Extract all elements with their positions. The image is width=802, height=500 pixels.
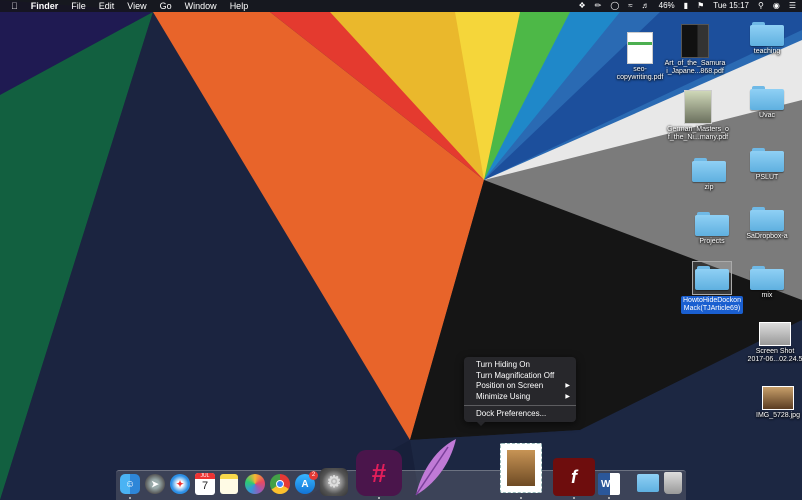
chrome-icon[interactable] (270, 474, 290, 494)
desktop-folder-pslut[interactable]: PSLUT (727, 148, 802, 182)
menu-separator (464, 405, 576, 406)
submenu-arrow-icon: ▶ (565, 383, 570, 389)
desktop-folder-teaching[interactable]: teaching (727, 22, 802, 56)
desktop-folder-sadropbox[interactable]: SaDropbox-a (727, 207, 802, 241)
menu-item-turn-hiding-on[interactable]: Turn Hiding On (464, 360, 576, 371)
folder-icon (692, 158, 726, 182)
app-store-icon[interactable]: A 2 (295, 471, 318, 494)
running-indicator (608, 497, 610, 499)
desktop-item-label: teaching (753, 48, 781, 55)
notification-center-icon[interactable]: ☰ (789, 0, 796, 12)
battery-percent[interactable]: 46% (659, 0, 675, 12)
desktop-folder-mix[interactable]: mix (727, 266, 802, 300)
menu-bar:  Finder File Edit View Go Window Help ❖… (0, 0, 802, 12)
view-menu[interactable]: View (127, 0, 146, 12)
menu-item-minimize-using[interactable]: Minimize Using ▶ (464, 392, 576, 403)
folder-icon (750, 266, 784, 290)
toggle-icon[interactable]: ◯ (610, 0, 619, 12)
running-indicator (129, 497, 131, 499)
desktop-item-label: Uvac (759, 112, 775, 119)
pdf-document-icon (681, 24, 709, 58)
user-icon[interactable]: ◉ (773, 0, 780, 12)
pdf-document-icon (627, 32, 653, 64)
edit-menu[interactable]: Edit (99, 0, 115, 12)
notes-icon[interactable] (220, 474, 238, 494)
folder-icon (692, 261, 732, 295)
apple-icon[interactable]:  (11, 0, 18, 12)
launchpad-icon[interactable]: ➤ (145, 474, 165, 494)
desktop-file-img-5728[interactable]: IMG_5728.jpg (738, 386, 802, 420)
desktop-screen:  Finder File Edit View Go Window Help ❖… (0, 0, 802, 500)
window-menu[interactable]: Window (185, 0, 217, 12)
menu-item-position-on-screen[interactable]: Position on Screen ▶ (464, 381, 576, 392)
folder-icon (695, 212, 729, 236)
slack-icon[interactable]: # (356, 450, 402, 496)
safari-icon[interactable]: ✦ (170, 474, 190, 494)
desktop-item-label: IMG_5728.jpg (756, 412, 800, 419)
wifi-icon[interactable]: ≈ (628, 0, 632, 12)
desktop-item-label: zip (704, 184, 714, 191)
dropbox-icon[interactable]: ❖ (578, 0, 585, 12)
system-preferences-icon[interactable]: ⚙ (320, 468, 348, 496)
word-icon[interactable]: W (598, 473, 620, 495)
image-thumbnail (759, 322, 791, 346)
folder-icon (750, 207, 784, 231)
file-menu[interactable]: File (71, 0, 86, 12)
desktop-item-label: SaDropbox-a (746, 233, 788, 240)
go-menu[interactable]: Go (160, 0, 172, 12)
desktop-item-label: mix (761, 292, 773, 299)
running-indicator (573, 497, 575, 499)
downloads-folder-icon[interactable] (637, 474, 659, 492)
desktop-file-screen-shot[interactable]: Screen Shot 2017-06...02.24.5 (735, 322, 802, 364)
pdf-document-icon (684, 90, 712, 124)
folder-icon (750, 22, 784, 46)
calendar-day: 7 (201, 480, 209, 492)
running-indicator (378, 497, 380, 499)
image-thumbnail (762, 386, 794, 410)
folder-icon (750, 86, 784, 110)
folder-icon (750, 148, 784, 172)
status-area: ❖ ✏ ◯ ≈ ♬ 46% ▮ ⚑ Tue 15:17 ⚲ ◉ ☰ (569, 0, 796, 12)
flag-icon[interactable]: ⚑ (697, 0, 704, 12)
photos-icon[interactable] (245, 474, 265, 494)
submenu-arrow-icon: ▶ (565, 393, 570, 400)
dock-context-menu: Turn Hiding On Turn Magnification Off Po… (464, 357, 576, 422)
running-indicator (520, 497, 522, 499)
desktop-item-label: Screen Shot 2017-06...02.24.5 (747, 348, 802, 363)
volume-icon[interactable]: ♬ (642, 0, 650, 12)
help-menu[interactable]: Help (230, 0, 249, 12)
clock[interactable]: Tue 15:17 (713, 0, 749, 12)
trash-icon[interactable] (664, 472, 682, 494)
desktop-file-art-of-the-samurai[interactable]: Art_of_the_Samura i_Japane...868.pdf (655, 24, 735, 76)
spotlight-search-icon[interactable]: ⚲ (758, 0, 764, 12)
calendar-icon[interactable]: JUL 7 (195, 473, 215, 495)
desktop-item-label: German_Masters_o f_the_Ni...many.pdf (667, 126, 729, 141)
finder-menu[interactable]: Finder (31, 0, 59, 12)
menu-item-dock-preferences[interactable]: Dock Preferences... (464, 409, 576, 420)
mail-icon[interactable] (500, 443, 542, 493)
mail-stamp-image (507, 450, 535, 486)
desktop-file-german-masters[interactable]: German_Masters_o f_the_Ni...many.pdf (658, 90, 738, 142)
finder-icon[interactable]: ☺ (120, 474, 140, 494)
quill-icon[interactable]: ✏ (595, 0, 602, 12)
desktop-item-label: Art_of_the_Samura i_Japane...868.pdf (664, 60, 726, 75)
app-store-badge: 2 (309, 471, 318, 480)
quill-icon[interactable] (408, 437, 458, 497)
desktop-folder-uvac[interactable]: Uvac (727, 86, 802, 120)
menu-item-turn-magnification-off[interactable]: Turn Magnification Off (464, 371, 576, 382)
battery-icon[interactable]: ▮ (684, 0, 688, 12)
context-menu-tail (476, 421, 486, 426)
desktop-item-label: PSLUT (755, 174, 779, 181)
flash-icon[interactable]: f (553, 458, 595, 496)
